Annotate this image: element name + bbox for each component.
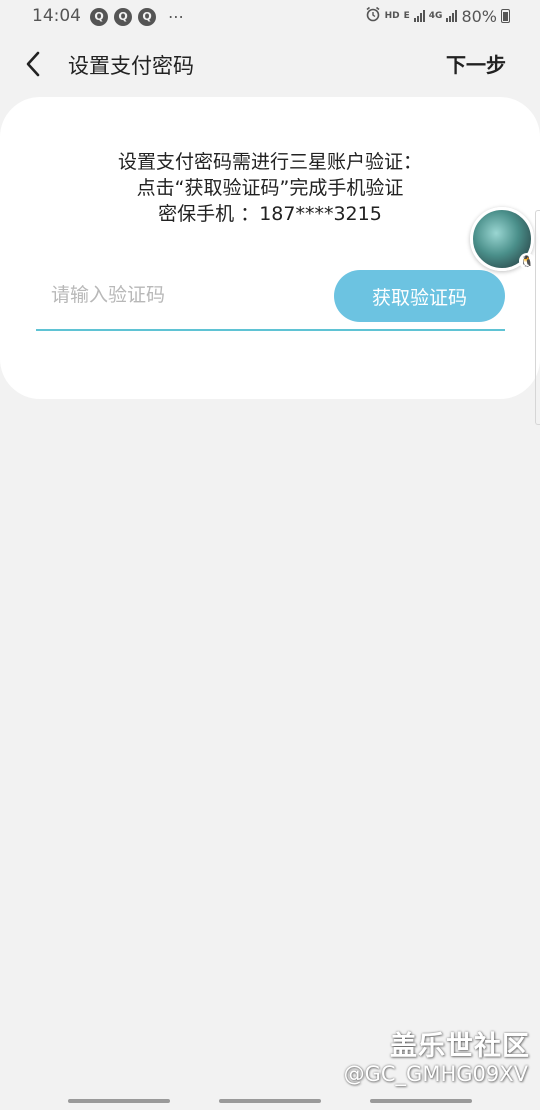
qq-notification-icon: Q <box>90 7 108 26</box>
signal-icon <box>446 10 458 22</box>
nav-back-button[interactable] <box>370 1099 472 1103</box>
battery-level: 80% <box>461 6 497 26</box>
app-bar: 设置支付密码 下一步 <box>0 34 540 94</box>
verification-card: 设置支付密码需进行三星账户验证： 点击“获取验证码”完成手机验证 密保手机 ：1… <box>0 97 540 399</box>
info-line-1: 设置支付密码需进行三星账户验证： <box>117 151 422 173</box>
input-underline <box>36 329 505 331</box>
edge-panel-handle[interactable] <box>535 210 540 425</box>
status-time: 14:04 <box>32 6 81 26</box>
page-title: 设置支付密码 <box>68 54 194 78</box>
network-e-indicator: E <box>403 11 410 21</box>
signal-icon <box>413 10 425 22</box>
qq-notification-icon: Q <box>114 7 132 26</box>
qq-penguin-icon: 🐧 <box>519 253 535 269</box>
navigation-bar <box>0 1096 540 1110</box>
watermark-site: 盖乐世社区 <box>390 1031 530 1062</box>
status-right: HD E 4G 80% <box>365 6 510 26</box>
chevron-left-icon <box>26 51 40 77</box>
verification-code-input[interactable] <box>36 277 326 313</box>
network-4g-indicator: 4G <box>428 11 443 21</box>
info-line-2: 点击“获取验证码”完成手机验证 <box>136 177 404 199</box>
watermark-user: @GC_GMHG09XV <box>343 1062 528 1086</box>
verification-info: 设置支付密码需进行三星账户验证： 点击“获取验证码”完成手机验证 密保手机 ：1… <box>0 149 540 227</box>
nav-recents-button[interactable] <box>68 1099 170 1103</box>
more-notifications-icon: ⋯ <box>168 7 185 26</box>
info-line-3: 密保手机 ：187****3215 <box>158 203 382 225</box>
alarm-icon <box>365 6 381 26</box>
get-code-button[interactable]: 获取验证码 <box>334 270 505 322</box>
notification-icons: Q Q Q ⋯ <box>90 7 185 26</box>
next-step-button[interactable]: 下一步 <box>446 49 506 78</box>
status-bar: 14:04 Q Q Q ⋯ HD E 4G 80% <box>0 0 540 34</box>
qq-notification-icon: Q <box>138 7 156 26</box>
nav-home-button[interactable] <box>219 1099 321 1103</box>
battery-icon <box>501 9 510 23</box>
back-button[interactable] <box>18 48 48 80</box>
hd-indicator: HD <box>384 11 400 21</box>
